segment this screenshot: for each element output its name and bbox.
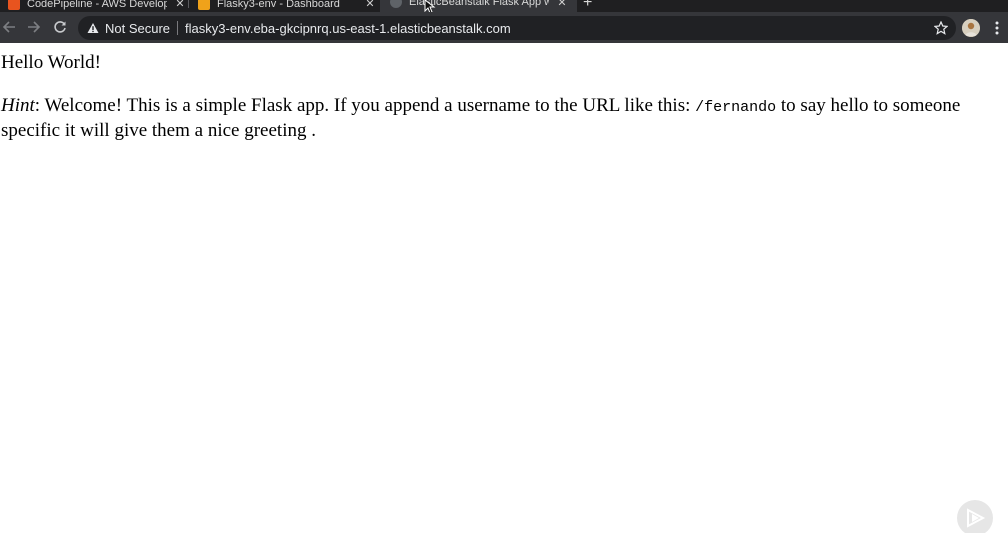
url-text[interactable]: flasky3-env.eba-gkcipnrq.us-east-1.elast…	[185, 21, 511, 36]
star-icon[interactable]	[934, 21, 948, 35]
security-status-label[interactable]: Not Secure	[105, 21, 170, 36]
hint-text-before: : Welcome! This is a simple Flask app. I…	[34, 95, 696, 116]
reload-icon	[54, 21, 66, 33]
tab-codepipeline[interactable]: CodePipeline - AWS Developer ✕	[8, 0, 185, 12]
beanstalk-favicon-icon	[198, 0, 210, 10]
back-arrow-icon	[2, 21, 15, 33]
forward-arrow-icon	[28, 21, 41, 33]
aws-favicon-icon	[8, 0, 20, 10]
video-play-button[interactable]	[957, 500, 993, 533]
kebab-menu-icon[interactable]	[992, 20, 1002, 36]
avatar-face-icon	[962, 19, 980, 37]
forward-button[interactable]	[25, 18, 43, 36]
profile-avatar[interactable]	[962, 19, 980, 37]
close-tab-icon[interactable]: ✕	[175, 0, 185, 10]
hint-paragraph: Hint: Welcome! This is a simple Flask ap…	[1, 94, 1001, 142]
tab-title: Flasky3-env - Dashboard	[217, 0, 340, 10]
close-tab-icon[interactable]: ✕	[557, 0, 567, 9]
play-icon	[967, 508, 986, 528]
hello-heading: Hello World!	[1, 52, 101, 73]
tab-strip: CodePipeline - AWS Developer ✕ Flasky3-e…	[0, 0, 1008, 12]
page-content: Hello World! Hint: Welcome! This is a si…	[0, 43, 1008, 533]
tab-title: CodePipeline - AWS Developer	[27, 0, 167, 10]
address-bar[interactable]: Not Secure flasky3-env.eba-gkcipnrq.us-e…	[78, 16, 956, 40]
globe-favicon-icon	[390, 0, 402, 8]
warning-icon	[87, 23, 99, 33]
hint-label: Hint	[1, 95, 35, 116]
mouse-cursor-icon	[424, 0, 436, 12]
tab-separator	[188, 0, 189, 8]
tab-flask-app-active[interactable]: ElasticBeanstalk Flask App with ✕	[380, 0, 577, 12]
tab-flasky3-dashboard[interactable]: Flasky3-env - Dashboard ✕	[198, 0, 375, 12]
reload-button[interactable]	[51, 18, 69, 36]
hint-code-path: /fernando	[695, 99, 777, 116]
close-tab-icon[interactable]: ✕	[365, 0, 375, 10]
new-tab-button[interactable]: +	[583, 0, 592, 12]
address-separator	[177, 21, 179, 35]
back-button[interactable]	[0, 18, 18, 36]
browser-toolbar: Not Secure flasky3-env.eba-gkcipnrq.us-e…	[0, 12, 1008, 43]
